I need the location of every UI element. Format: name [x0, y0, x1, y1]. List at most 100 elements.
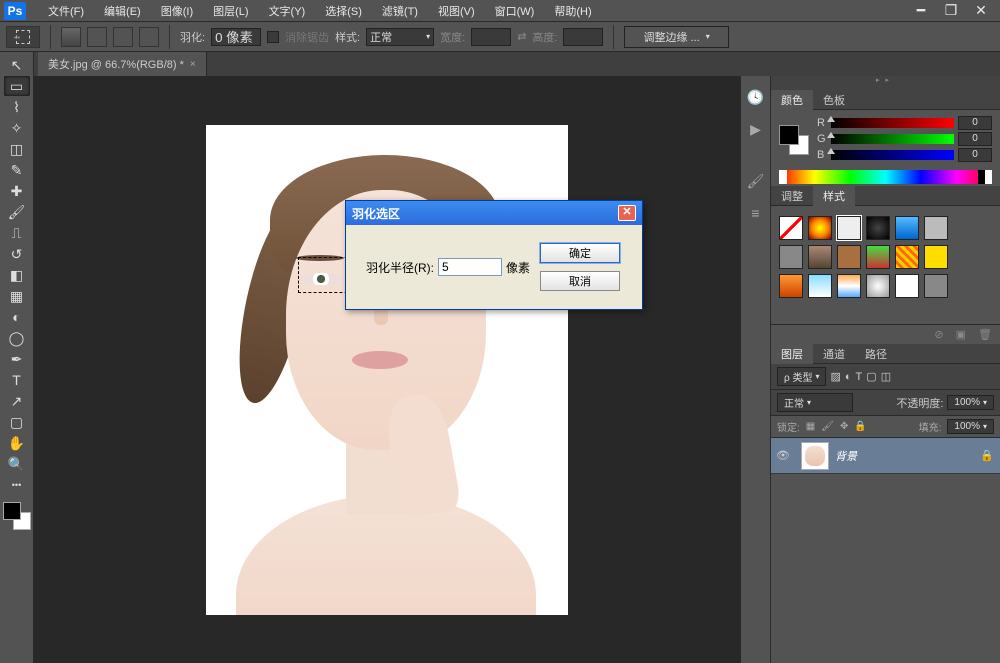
- minimize-button[interactable]: ━: [906, 3, 936, 19]
- layer-thumbnail[interactable]: [801, 442, 829, 470]
- swap-wh-icon[interactable]: ⇄: [517, 30, 526, 43]
- style-swatch-4[interactable]: [895, 216, 919, 240]
- style-swatch-18[interactable]: [895, 274, 919, 298]
- menu-image[interactable]: 图像(I): [151, 1, 203, 21]
- move-tool-icon[interactable]: ↖: [4, 55, 30, 75]
- maximize-button[interactable]: ❐: [936, 3, 966, 19]
- antialias-label: 消除锯齿: [285, 29, 329, 45]
- close-button[interactable]: ✕: [966, 3, 996, 19]
- lock-image-icon[interactable]: 🖌: [821, 421, 834, 432]
- styles-panel-footer: ⊘ ▣ 🗑: [771, 324, 1000, 344]
- menu-type[interactable]: 文字(Y): [259, 1, 316, 21]
- canvas-area[interactable]: [34, 76, 740, 663]
- selection-subtract-icon[interactable]: [113, 27, 133, 47]
- tab-layers[interactable]: 图层: [771, 344, 813, 364]
- tab-color[interactable]: 颜色: [771, 90, 813, 110]
- layer-visibility-icon[interactable]: 👁: [771, 449, 795, 462]
- blend-mode-dropdown[interactable]: 正常: [777, 393, 853, 412]
- actions-panel-icon[interactable]: ▶: [745, 118, 767, 140]
- dialog-close-icon[interactable]: ✕: [618, 205, 636, 221]
- filter-shape-icon[interactable]: ▢: [866, 370, 876, 383]
- lock-pos-icon[interactable]: ✥: [840, 421, 848, 432]
- style-swatch-19[interactable]: [924, 274, 948, 298]
- style-swatch-15[interactable]: [808, 274, 832, 298]
- style-swatch-12[interactable]: [924, 245, 948, 269]
- spectrum-bar[interactable]: [779, 170, 992, 184]
- fill-input[interactable]: 100%: [947, 419, 994, 434]
- tab-adjustments[interactable]: 调整: [771, 186, 813, 206]
- layer-name[interactable]: 背景: [835, 448, 980, 464]
- style-swatch-14[interactable]: [779, 274, 803, 298]
- panel-fg-color-icon[interactable]: [779, 125, 799, 145]
- style-swatch-7[interactable]: [779, 245, 803, 269]
- r-value[interactable]: 0: [958, 116, 992, 130]
- new-style-icon[interactable]: ▣: [956, 328, 966, 341]
- filter-smart-icon[interactable]: ◫: [881, 370, 891, 383]
- menu-edit[interactable]: 编辑(E): [94, 1, 151, 21]
- g-label: G: [817, 133, 827, 145]
- g-slider[interactable]: [831, 134, 954, 144]
- b-slider[interactable]: [831, 150, 954, 160]
- style-swatch-0[interactable]: [779, 216, 803, 240]
- filter-adjust-icon[interactable]: ◐: [845, 371, 852, 383]
- style-swatch-11[interactable]: [895, 245, 919, 269]
- height-input: [563, 28, 603, 46]
- menu-help[interactable]: 帮助(H): [544, 1, 601, 21]
- delete-style-icon[interactable]: 🗑: [978, 328, 992, 341]
- style-swatch-3[interactable]: [866, 216, 890, 240]
- style-swatch-10[interactable]: [866, 245, 890, 269]
- refine-edge-button[interactable]: 调整边缘 ...: [624, 26, 728, 48]
- filter-type-icon[interactable]: T: [856, 371, 863, 383]
- menu-bar: 文件(F) 编辑(E) 图像(I) 图层(L) 文字(Y) 选择(S) 滤镜(T…: [38, 1, 602, 21]
- cancel-button[interactable]: 取消: [540, 271, 620, 291]
- tab-swatches[interactable]: 色板: [813, 90, 855, 110]
- lock-trans-icon[interactable]: ▦: [806, 421, 815, 432]
- ok-button[interactable]: 确定: [540, 243, 620, 263]
- r-slider[interactable]: [831, 118, 954, 128]
- style-swatch-8[interactable]: [808, 245, 832, 269]
- lock-all-icon[interactable]: 🔒: [854, 421, 866, 432]
- opacity-input[interactable]: 100%: [947, 395, 994, 410]
- color-panel: R0 G0 B0: [771, 110, 1000, 186]
- menu-layer[interactable]: 图层(L): [203, 1, 258, 21]
- style-dropdown[interactable]: 正常: [366, 28, 434, 46]
- radius-input[interactable]: [438, 258, 502, 276]
- style-swatch-1[interactable]: [808, 216, 832, 240]
- brush-presets-panel-icon[interactable]: ≡: [745, 202, 767, 224]
- panels-collapse-icon[interactable]: ▸▸: [771, 76, 1000, 90]
- workspace: 🕓 ▶ 🖌 ≡ ▸▸ 颜色 色板 R0 G0 B0: [0, 76, 1000, 663]
- feather-label: 羽化:: [180, 29, 205, 45]
- selection-add-icon[interactable]: [87, 27, 107, 47]
- canvas[interactable]: [206, 125, 568, 615]
- tab-close-icon[interactable]: ×: [190, 59, 196, 70]
- dialog-titlebar[interactable]: 羽化选区 ✕: [346, 201, 642, 225]
- layer-row-background[interactable]: 👁 背景 🔒: [771, 438, 1000, 474]
- layer-filter-dropdown[interactable]: ρ 类型: [777, 367, 826, 386]
- color-swatch-panel[interactable]: [779, 125, 809, 155]
- filter-pixel-icon[interactable]: ▨: [830, 370, 840, 383]
- brushes-panel-icon[interactable]: 🖌: [745, 170, 767, 192]
- tab-paths[interactable]: 路径: [855, 344, 897, 364]
- clear-style-icon[interactable]: ⊘: [934, 328, 943, 341]
- menu-select[interactable]: 选择(S): [315, 1, 372, 21]
- feather-input[interactable]: [211, 28, 261, 46]
- b-value[interactable]: 0: [958, 148, 992, 162]
- style-swatch-5[interactable]: [924, 216, 948, 240]
- collapsed-panel-strip: 🕓 ▶ 🖌 ≡: [740, 76, 770, 663]
- selection-new-icon[interactable]: [61, 27, 81, 47]
- style-swatch-9[interactable]: [837, 245, 861, 269]
- style-swatch-17[interactable]: [866, 274, 890, 298]
- style-swatch-16[interactable]: [837, 274, 861, 298]
- menu-filter[interactable]: 滤镜(T): [372, 1, 428, 21]
- g-value[interactable]: 0: [958, 132, 992, 146]
- menu-file[interactable]: 文件(F): [38, 1, 94, 21]
- menu-view[interactable]: 视图(V): [428, 1, 485, 21]
- style-swatch-2[interactable]: [837, 216, 861, 240]
- document-tab[interactable]: 美女.jpg @ 66.7%(RGB/8) * ×: [38, 52, 207, 76]
- history-panel-icon[interactable]: 🕓: [745, 86, 767, 108]
- selection-intersect-icon[interactable]: [139, 27, 159, 47]
- tab-channels[interactable]: 通道: [813, 344, 855, 364]
- antialias-checkbox[interactable]: [267, 31, 279, 43]
- menu-window[interactable]: 窗口(W): [485, 1, 545, 21]
- tab-styles[interactable]: 样式: [813, 186, 855, 206]
